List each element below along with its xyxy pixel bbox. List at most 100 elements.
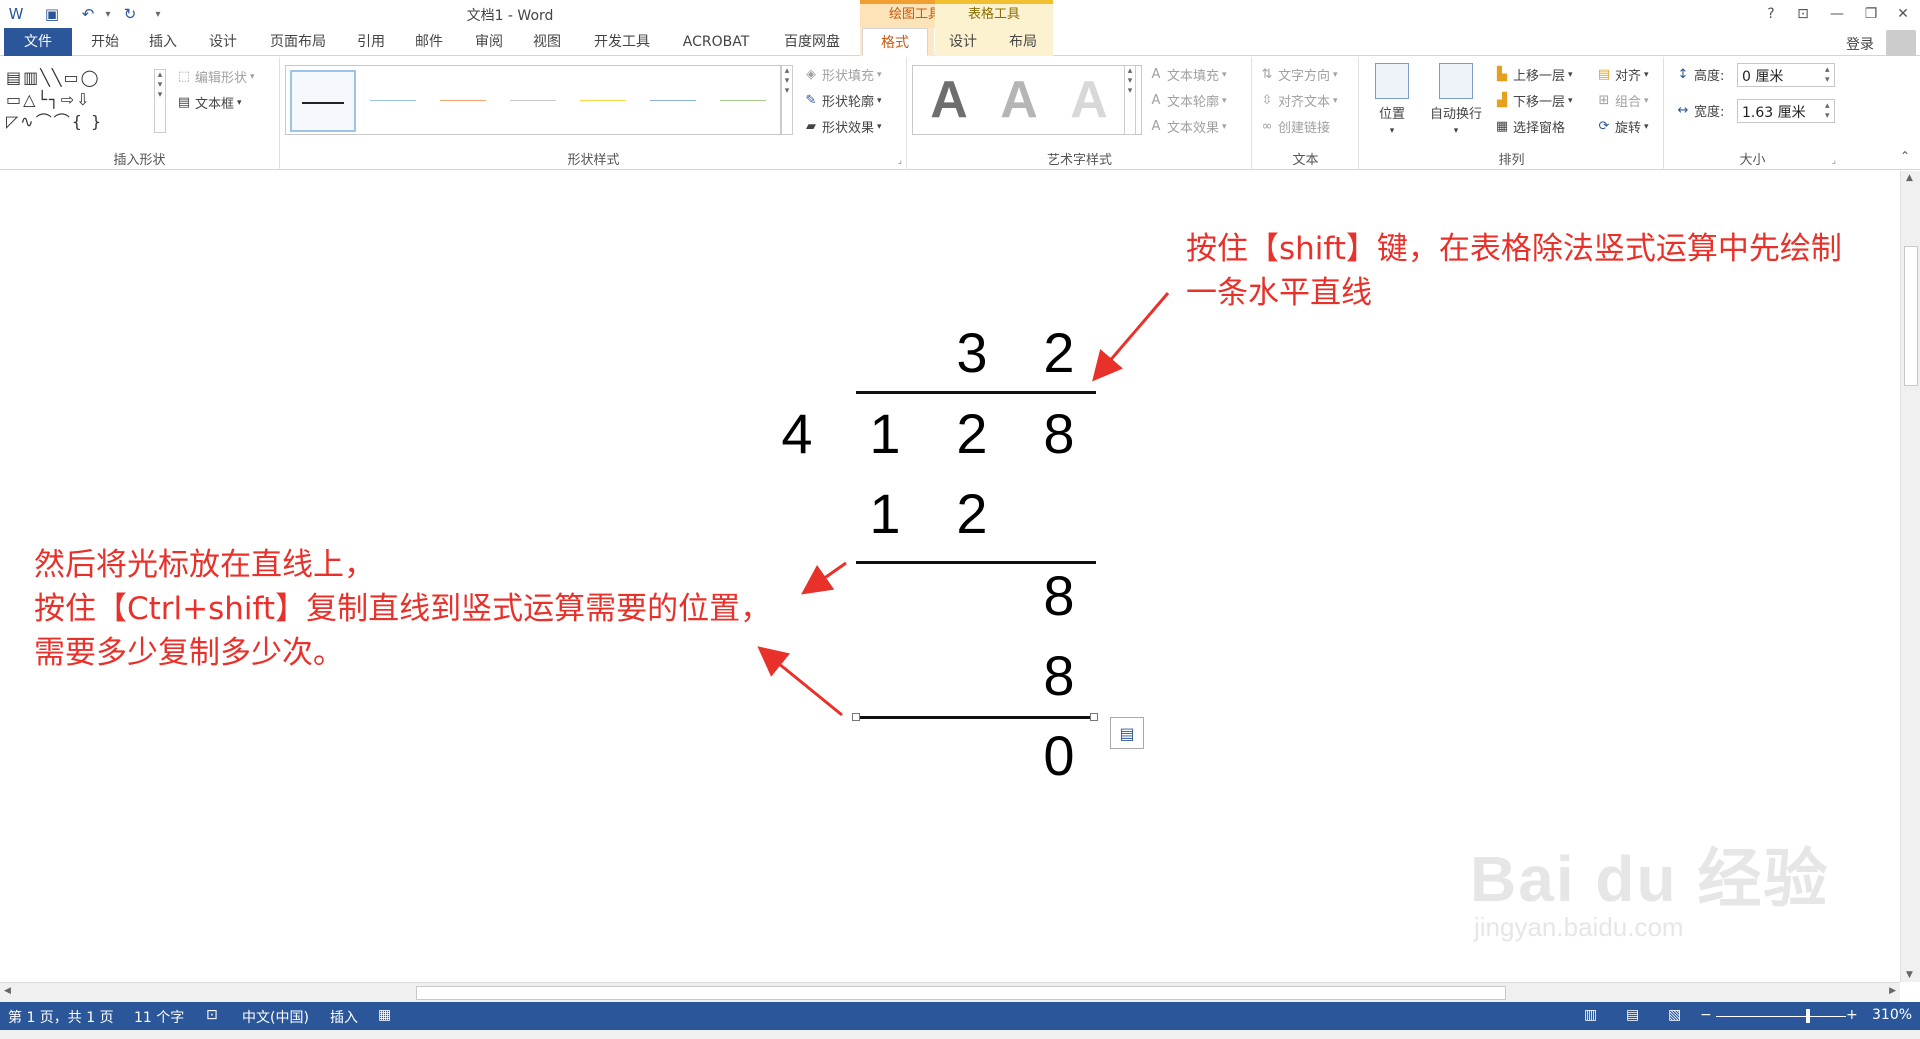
shape-style-5[interactable] (570, 70, 636, 132)
page-count[interactable]: 第 1 页，共 1 页 (8, 1007, 114, 1027)
wordart-style-2[interactable]: A (989, 70, 1049, 130)
group-wordart-styles: A A A ▴ ▾ ▾ A 文本填充 ▾ A 文本轮廓 ▾ A 文本效果 ▾ 艺术字样式 (908, 57, 1252, 170)
tab-baidu-netdisk[interactable]: 百度网盘 (772, 28, 852, 56)
print-layout-icon[interactable]: ▤ (1626, 1007, 1639, 1023)
zoom-in-icon[interactable]: + (1846, 1007, 1858, 1023)
tab-developer[interactable]: 开发工具 (584, 28, 660, 56)
wrap-text-button[interactable]: 自动换行 ▾ (1422, 63, 1490, 137)
shape-fill-label: 形状填充 (822, 69, 875, 84)
create-link-button[interactable]: ∞ 创建链接 (1259, 117, 1331, 137)
ribbon: ▤▥╲╲▭◯ ▭△└┐⇨⇩ ◸∿⌒⌒{ } ▴ ▾ ▾ ⬚ 编辑形状 ▾ ▤ 文本框 ▾ 插入形… (0, 57, 1920, 170)
word-count[interactable]: 11 个字 (134, 1007, 184, 1027)
login-link[interactable]: 登录 (1846, 34, 1874, 54)
tab-review[interactable]: 审阅 (466, 28, 512, 56)
selection-pane-label: 选择窗格 (1513, 121, 1566, 136)
send-backward-button[interactable]: ▟ 下移一层 ▾ (1494, 91, 1573, 111)
height-spinner-icon[interactable]: ▴ ▾ (1825, 65, 1830, 85)
text-box-button[interactable]: ▤ 文本框 ▾ (176, 93, 242, 113)
group-objects-button[interactable]: ⊞ 组合 ▾ (1596, 91, 1649, 111)
document-canvas[interactable]: 3 2 4 1 2 8 1 2 8 8 0 ▤ 按住【shift】键，在表格除法… (0, 171, 1900, 982)
shape-style-6[interactable] (640, 70, 706, 132)
text-effects-button[interactable]: A 文本效果 ▾ (1148, 117, 1227, 137)
help-button[interactable]: ? (1756, 2, 1786, 26)
zoom-slider-thumb[interactable] (1806, 1009, 1810, 1023)
edit-shape-icon: ⬚ (177, 68, 191, 84)
tab-design[interactable]: 设计 (200, 28, 246, 56)
insert-mode-indicator[interactable]: 插入 (330, 1007, 358, 1027)
text-direction-button[interactable]: ⇅ 文字方向 ▾ (1259, 65, 1338, 85)
selection-pane-button[interactable]: ▦ 选择窗格 (1494, 117, 1566, 137)
width-input[interactable]: 1.63 厘米 (1737, 99, 1835, 123)
ribbon-display-options-button[interactable]: ⊡ (1788, 2, 1818, 26)
group-label-wordart-styles: 艺术字样式 (1046, 153, 1112, 168)
align-text-button[interactable]: ⇳ 对齐文本 ▾ (1259, 91, 1338, 111)
edit-shape-button[interactable]: ⬚ 编辑形状 ▾ (176, 67, 255, 87)
text-effects-label: 文本效果 (1167, 121, 1220, 136)
macro-record-icon[interactable]: ▦ (378, 1007, 391, 1023)
shape-style-1[interactable] (290, 70, 356, 132)
shapes-gallery-more-icon[interactable]: ▴ ▾ ▾ (154, 69, 166, 133)
position-button[interactable]: 位置 ▾ (1364, 63, 1420, 137)
shape-style-7[interactable] (710, 70, 776, 132)
vertical-scrollbar[interactable]: ▲ ▼ (1900, 171, 1920, 982)
shape-styles-gallery[interactable] (285, 65, 781, 135)
text-effects-icon: A (1151, 118, 1161, 134)
tab-table-design[interactable]: 设计 (940, 28, 986, 56)
shape-style-3[interactable] (430, 70, 496, 132)
shape-effects-button[interactable]: ▰ 形状效果 ▾ (803, 117, 882, 137)
text-box-icon: ▤ (177, 94, 191, 110)
tab-references[interactable]: 引用 (348, 28, 394, 56)
title-bar: W ▣ ↶ ▾ ↻ ▾ 文档1 - Word 绘图工具 表格工具 ? ⊡ — ❐… (0, 0, 1920, 28)
shapes-gallery[interactable]: ▤▥╲╲▭◯ ▭△└┐⇨⇩ ◸∿⌒⌒{ } (6, 67, 156, 135)
bring-forward-button[interactable]: ▙ 上移一层 ▾ (1494, 65, 1573, 85)
zoom-level[interactable]: 310% (1872, 1007, 1912, 1023)
scroll-up-icon[interactable]: ▲ (1906, 173, 1913, 183)
horizontal-scrollbar[interactable]: ◀ ▶ (0, 982, 1900, 1002)
shape-style-4[interactable] (500, 70, 566, 132)
tab-table-layout[interactable]: 布局 (998, 28, 1048, 56)
align-button[interactable]: ▤ 对齐 ▾ (1596, 65, 1649, 85)
web-layout-icon[interactable]: ▧ (1668, 1007, 1681, 1023)
close-button[interactable]: ✕ (1888, 2, 1918, 26)
collapse-ribbon-icon[interactable]: ⌃ (1900, 149, 1910, 163)
create-link-label: 创建链接 (1278, 121, 1331, 136)
tab-insert[interactable]: 插入 (140, 28, 186, 56)
width-spinner-icon[interactable]: ▴ ▾ (1825, 101, 1830, 121)
text-outline-button[interactable]: A 文本轮廓 ▾ (1148, 91, 1227, 111)
tab-view[interactable]: 视图 (524, 28, 570, 56)
wordart-style-3[interactable]: A (1059, 70, 1119, 130)
tab-format[interactable]: 格式 (862, 28, 928, 56)
tab-mailings[interactable]: 邮件 (406, 28, 452, 56)
tab-acrobat[interactable]: ACROBAT (674, 28, 758, 56)
wordart-style-1[interactable]: A (919, 70, 979, 130)
shape-style-2[interactable] (360, 70, 426, 132)
shape-styles-more-icon[interactable]: ▴ ▾ ▾ (781, 65, 793, 135)
scroll-left-icon[interactable]: ◀ (4, 986, 11, 996)
height-input[interactable]: 0 厘米 (1737, 63, 1835, 87)
shape-outline-label: 形状轮廓 (822, 95, 875, 110)
read-mode-icon[interactable]: ▥ (1584, 1007, 1597, 1023)
tab-page-layout[interactable]: 页面布局 (260, 28, 336, 56)
zoom-out-icon[interactable]: − (1700, 1007, 1712, 1023)
tab-file[interactable]: 文件 (4, 28, 72, 56)
minimize-button[interactable]: — (1822, 2, 1852, 26)
avatar[interactable] (1886, 30, 1916, 56)
scroll-down-icon[interactable]: ▼ (1906, 970, 1913, 980)
wordart-gallery[interactable]: A A A (912, 65, 1142, 135)
horizontal-scroll-thumb[interactable] (416, 986, 1506, 1000)
edit-shape-label: 编辑形状 (195, 71, 248, 86)
zoom-slider-track[interactable] (1716, 1016, 1846, 1017)
selection-pane-icon: ▦ (1495, 118, 1509, 134)
proofing-icon[interactable]: ⊡ (206, 1007, 218, 1023)
wordart-more-icon[interactable]: ▴ ▾ ▾ (1124, 65, 1136, 135)
shape-outline-button[interactable]: ✎ 形状轮廓 ▾ (803, 91, 882, 111)
rotate-button[interactable]: ⟳ 旋转 ▾ (1596, 117, 1649, 137)
restore-button[interactable]: ❐ (1856, 2, 1886, 26)
language-indicator[interactable]: 中文(中国) (242, 1007, 309, 1027)
tab-home[interactable]: 开始 (82, 28, 128, 56)
vertical-scroll-thumb[interactable] (1904, 246, 1918, 386)
shape-fill-button[interactable]: ◈ 形状填充 ▾ (803, 65, 882, 85)
baidu-watermark: Bai du 经验 jingyan.baidu.com (1470, 828, 1829, 943)
text-fill-button[interactable]: A 文本填充 ▾ (1148, 65, 1227, 85)
scroll-right-icon[interactable]: ▶ (1889, 986, 1896, 996)
